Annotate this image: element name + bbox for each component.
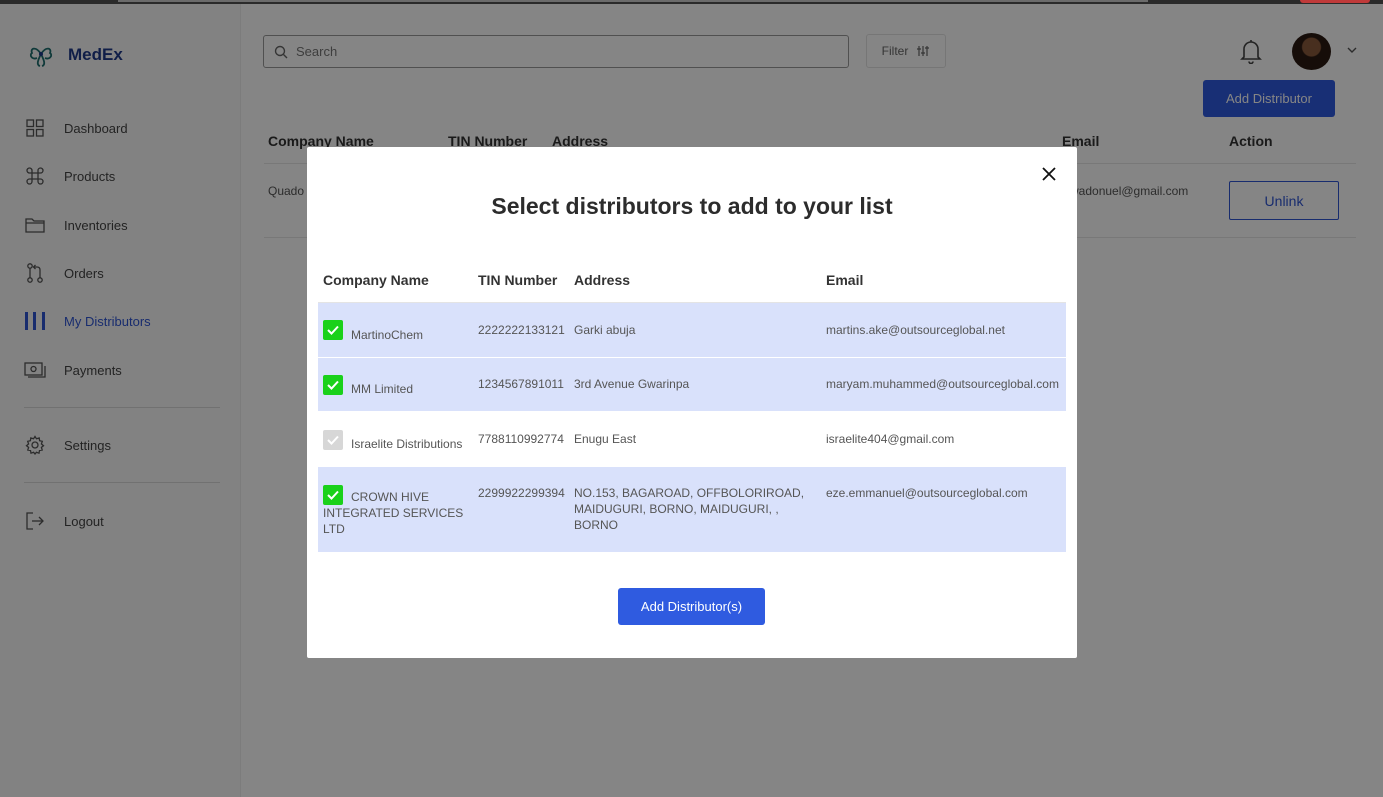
address-cell: NO.153, BAGAROAD, OFFBOLORIROAD, MAIDUGU… bbox=[574, 486, 805, 532]
column-header: Email bbox=[826, 272, 864, 288]
modal-title: Select distributors to add to your list bbox=[491, 193, 893, 219]
table-row[interactable]: CROWN HIVE INTEGRATED SERVICES LTD 22999… bbox=[318, 467, 1066, 553]
distributor-select-table: Company Name TIN Number Address Email Ma… bbox=[318, 259, 1066, 553]
table-header: Company Name TIN Number Address Email bbox=[318, 259, 1066, 303]
email-cell: eze.emmanuel@outsourceglobal.com bbox=[826, 486, 1028, 500]
check-icon bbox=[327, 325, 339, 335]
browser-tab-indicator bbox=[1300, 0, 1370, 3]
email-cell: israelite404@gmail.com bbox=[826, 432, 955, 446]
table-row[interactable]: MM Limited 1234567891011 3rd Avenue Gwar… bbox=[318, 358, 1066, 412]
tin-cell: 1234567891011 bbox=[478, 377, 564, 391]
row-checkbox[interactable] bbox=[323, 430, 343, 450]
company-cell: CROWN HIVE INTEGRATED SERVICES LTD bbox=[323, 490, 464, 536]
tin-cell: 2222222133121 bbox=[478, 323, 565, 337]
email-cell: maryam.muhammed@outsourceglobal.com bbox=[826, 377, 1059, 391]
column-header: Address bbox=[574, 272, 631, 288]
company-cell: MartinoChem bbox=[351, 328, 424, 342]
table-row[interactable]: Israelite Distributions 7788110992774 En… bbox=[318, 412, 1066, 467]
tin-cell: 7788110992774 bbox=[478, 432, 564, 446]
close-icon[interactable] bbox=[1039, 164, 1059, 184]
select-distributors-modal: Select distributors to add to your list … bbox=[307, 147, 1077, 658]
check-icon bbox=[327, 435, 339, 445]
row-checkbox[interactable] bbox=[323, 320, 343, 340]
address-cell: 3rd Avenue Gwarinpa bbox=[574, 377, 690, 391]
add-distributors-submit-button[interactable]: Add Distributor(s) bbox=[618, 588, 765, 625]
email-cell: martins.ake@outsourceglobal.net bbox=[826, 323, 1005, 337]
address-cell: Garki abuja bbox=[574, 323, 636, 337]
table-row[interactable]: MartinoChem 2222222133121 Garki abuja ma… bbox=[318, 303, 1066, 358]
row-checkbox[interactable] bbox=[323, 375, 343, 395]
check-icon bbox=[327, 380, 339, 390]
column-header: TIN Number bbox=[478, 272, 558, 288]
company-cell: MM Limited bbox=[351, 382, 414, 396]
column-header: Company Name bbox=[323, 272, 429, 288]
tin-cell: 2299922299394 bbox=[478, 486, 565, 500]
company-cell: Israelite Distributions bbox=[351, 437, 463, 451]
address-cell: Enugu East bbox=[574, 432, 637, 446]
loading-bar bbox=[118, 0, 1148, 2]
